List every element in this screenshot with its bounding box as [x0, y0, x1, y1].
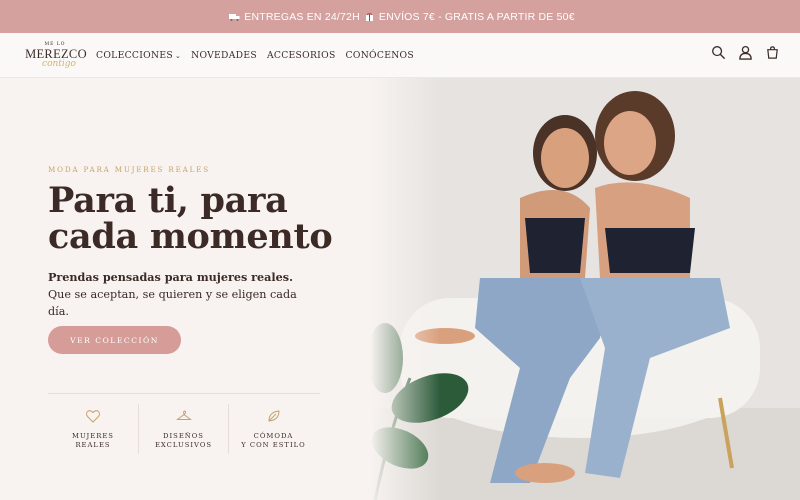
nav-item-novedades[interactable]: NOVEDADES	[191, 50, 257, 61]
feature-line-1: DISEÑOS	[163, 432, 204, 440]
header-actions	[711, 45, 780, 60]
hanger-icon	[175, 410, 192, 420]
gift-icon	[365, 12, 373, 21]
hero-image-fade	[370, 78, 440, 500]
hero-subtitle: Prendas pensadas para mujeres reales. Qu…	[48, 269, 308, 320]
features-divider	[48, 393, 320, 394]
heart-icon	[86, 410, 100, 423]
feature-line-2: Y CON ESTILO	[241, 441, 306, 449]
announcement-text-price: ENVÍOS 7€ - GRATIS A PARTIR DE 50€	[378, 10, 575, 23]
feature-line-1: CÓMODA	[253, 432, 294, 440]
hero-eyebrow: MODA PARA MUJERES REALES	[48, 165, 210, 174]
announcement-text-shipping: ENTREGAS EN 24/72H	[244, 10, 360, 23]
hero-subtitle-rest: Que se aceptan, se quieren y se eligen c…	[48, 288, 297, 318]
nav-item-label: COLECCIONES	[96, 50, 173, 61]
nav-item-accesorios[interactable]: ACCESORIOS	[267, 50, 336, 61]
feature-text: CÓMODA Y CON ESTILO	[229, 432, 318, 450]
search-icon[interactable]	[711, 45, 726, 60]
announcement-bar: ENTREGAS EN 24/72H ENVÍOS 7€ - GRATIS A …	[0, 0, 800, 33]
logo-script-text: contigo	[42, 59, 76, 69]
feature-text: DISEÑOS EXCLUSIVOS	[139, 432, 228, 450]
feature-item-comfortable-style: CÓMODA Y CON ESTILO	[228, 404, 318, 454]
feature-line-2: EXCLUSIVOS	[154, 441, 213, 449]
nav-item-conocenos[interactable]: CONÓCENOS	[346, 50, 414, 61]
cart-icon[interactable]	[765, 45, 780, 60]
main-nav: COLECCIONES ⌄ NOVEDADES ACCESORIOS CONÓCE…	[96, 33, 424, 78]
nav-item-colecciones[interactable]: COLECCIONES ⌄	[96, 50, 181, 61]
feature-item-exclusive-designs: DISEÑOS EXCLUSIVOS	[138, 404, 228, 454]
hero-title-line-2: cada momento	[48, 216, 333, 257]
leaf-icon	[267, 410, 280, 422]
hero-image	[370, 78, 800, 500]
feature-line-2: REALES	[75, 441, 111, 449]
feature-item-real-women: MUJERES REALES	[48, 404, 138, 454]
brand-logo[interactable]: ME LO MEREZCO contigo	[25, 42, 87, 72]
account-icon[interactable]	[738, 45, 753, 60]
hero-title: Para ti, para cada momento	[48, 183, 368, 255]
feature-text: MUJERES REALES	[48, 432, 138, 450]
truck-icon	[229, 13, 240, 21]
feature-list: MUJERES REALES DISEÑOS EXCLUSIVOS CÓMODA…	[48, 404, 320, 454]
site-header: ME LO MEREZCO contigo COLECCIONES ⌄ NOVED…	[0, 33, 800, 78]
chevron-down-icon: ⌄	[174, 52, 182, 60]
view-collection-button[interactable]: VER COLECCIÓN	[48, 326, 181, 354]
hero-title-line-1: Para ti, para	[48, 180, 288, 221]
hero-subtitle-bold: Prendas pensadas para mujeres reales.	[48, 270, 293, 284]
feature-line-1: MUJERES	[72, 432, 114, 440]
